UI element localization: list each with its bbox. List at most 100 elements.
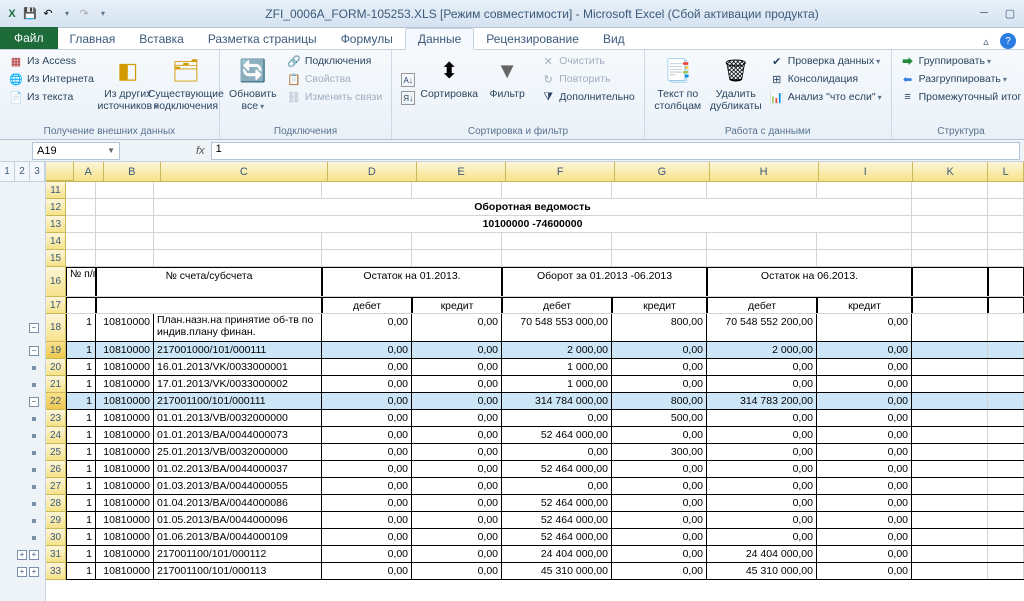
cell[interactable]: 0,00 — [817, 359, 912, 375]
row-header[interactable]: 16 — [46, 267, 66, 297]
cell[interactable]: 1 — [66, 529, 96, 545]
outline-collapse-button[interactable]: − — [29, 397, 39, 407]
cell[interactable]: 0,00 — [322, 444, 412, 460]
cell[interactable]: 0,00 — [412, 529, 502, 545]
cell[interactable]: 0,00 — [502, 410, 612, 426]
cell[interactable] — [988, 182, 1024, 198]
cell[interactable]: 0,00 — [817, 529, 912, 545]
cell[interactable]: 0,00 — [322, 376, 412, 392]
outline-collapse-button[interactable]: − — [29, 323, 39, 333]
cell[interactable] — [912, 359, 988, 375]
cell[interactable]: 0,00 — [412, 314, 502, 341]
cell[interactable]: № п/п — [66, 267, 96, 296]
cell[interactable]: 01.04.2013/BA/0044000086 — [154, 495, 322, 511]
cell[interactable]: Оборот за 01.2013 -06.2013 — [502, 267, 707, 296]
cell[interactable]: 1 000,00 — [502, 376, 612, 392]
cell[interactable]: кредит — [412, 297, 502, 313]
cell[interactable]: 217001100/101/000113 — [154, 563, 322, 579]
col-header-K[interactable]: K — [913, 162, 988, 181]
row-header[interactable]: 17 — [46, 297, 66, 314]
row-header[interactable]: 18 — [46, 314, 66, 342]
cell[interactable] — [912, 342, 988, 358]
cell[interactable]: 314 783 200,00 — [707, 393, 817, 409]
cell[interactable]: 10810000 — [96, 359, 154, 375]
cell[interactable]: 70 548 553 000,00 — [502, 314, 612, 341]
col-header-B[interactable]: B — [104, 162, 162, 181]
cell[interactable]: 10810000 — [96, 376, 154, 392]
cell[interactable]: 0,00 — [322, 410, 412, 426]
cell[interactable]: 0,00 — [817, 314, 912, 341]
row-header[interactable]: 26 — [46, 461, 66, 478]
cell[interactable]: 0,00 — [707, 359, 817, 375]
cell[interactable] — [96, 216, 154, 232]
cell[interactable]: 0,00 — [612, 563, 707, 579]
cell[interactable]: 1 — [66, 314, 96, 341]
spreadsheet-grid[interactable]: ABCDEFGHIKL 1112131415161718192021222324… — [46, 162, 1024, 601]
row-header[interactable]: 29 — [46, 512, 66, 529]
cell[interactable]: 0,00 — [612, 512, 707, 528]
cell[interactable]: 01.05.2013/BA/0044000096 — [154, 512, 322, 528]
cell[interactable] — [707, 182, 817, 198]
cell[interactable]: 800,00 — [612, 393, 707, 409]
row-header[interactable]: 12 — [46, 199, 66, 216]
cell[interactable]: 0,00 — [412, 478, 502, 494]
cell[interactable]: 25.01.2013/VB/0032000000 — [154, 444, 322, 460]
cell[interactable] — [66, 199, 96, 215]
cell[interactable] — [502, 182, 612, 198]
row-header[interactable]: 15 — [46, 250, 66, 267]
row-header[interactable]: 27 — [46, 478, 66, 495]
cell[interactable] — [912, 233, 988, 249]
refresh-all-button[interactable]: 🔄 Обновить все — [226, 53, 280, 125]
cell[interactable]: 1 — [66, 478, 96, 494]
cell[interactable]: 0,00 — [412, 512, 502, 528]
cell[interactable]: 0,00 — [612, 376, 707, 392]
cell[interactable]: 0,00 — [817, 342, 912, 358]
cell[interactable] — [988, 563, 1024, 579]
cell[interactable]: 300,00 — [612, 444, 707, 460]
cell[interactable]: 0,00 — [817, 376, 912, 392]
col-header-A[interactable]: A — [74, 162, 104, 181]
cell[interactable]: 45 310 000,00 — [502, 563, 612, 579]
tab-home[interactable]: Главная — [58, 29, 128, 49]
cell[interactable]: 0,00 — [612, 359, 707, 375]
cell[interactable]: 0,00 — [322, 546, 412, 562]
cell[interactable] — [912, 393, 988, 409]
row-header[interactable]: 20 — [46, 359, 66, 376]
cell[interactable]: 10100000 -74600000 — [154, 216, 912, 232]
cell[interactable]: 0,00 — [322, 393, 412, 409]
cell[interactable] — [912, 529, 988, 545]
cell[interactable] — [96, 233, 154, 249]
cell[interactable] — [988, 495, 1024, 511]
formula-input[interactable]: 1 — [211, 142, 1020, 160]
cell[interactable]: 17.01.2013/VK/0033000002 — [154, 376, 322, 392]
cell[interactable]: 0,00 — [817, 427, 912, 443]
cell[interactable] — [988, 512, 1024, 528]
row-header[interactable]: 19 — [46, 342, 66, 359]
minimize-button[interactable]: ─ — [974, 7, 994, 20]
cell[interactable] — [912, 376, 988, 392]
cell[interactable]: 52 464 000,00 — [502, 427, 612, 443]
col-header-I[interactable]: I — [819, 162, 913, 181]
cell[interactable]: 1 — [66, 376, 96, 392]
cell[interactable]: 0,00 — [817, 410, 912, 426]
cell[interactable]: 217001100/101/000111 — [154, 393, 322, 409]
cell[interactable]: 0,00 — [322, 461, 412, 477]
cell[interactable] — [988, 444, 1024, 460]
cell[interactable]: дебет — [322, 297, 412, 313]
cell[interactable]: 0,00 — [612, 529, 707, 545]
cell[interactable]: 24 404 000,00 — [502, 546, 612, 562]
cell[interactable] — [988, 461, 1024, 477]
col-header-F[interactable]: F — [506, 162, 615, 181]
cell[interactable] — [612, 182, 707, 198]
cell[interactable]: 1 — [66, 342, 96, 358]
cell[interactable]: 0,00 — [707, 410, 817, 426]
cell[interactable]: 24 404 000,00 — [707, 546, 817, 562]
cell[interactable] — [96, 199, 154, 215]
restore-button[interactable]: ▢ — [1000, 7, 1020, 20]
cell[interactable] — [154, 233, 322, 249]
cell[interactable]: 0,00 — [817, 478, 912, 494]
cell[interactable] — [988, 393, 1024, 409]
row-header[interactable]: 21 — [46, 376, 66, 393]
cell[interactable] — [988, 376, 1024, 392]
cell[interactable]: 0,00 — [322, 314, 412, 341]
